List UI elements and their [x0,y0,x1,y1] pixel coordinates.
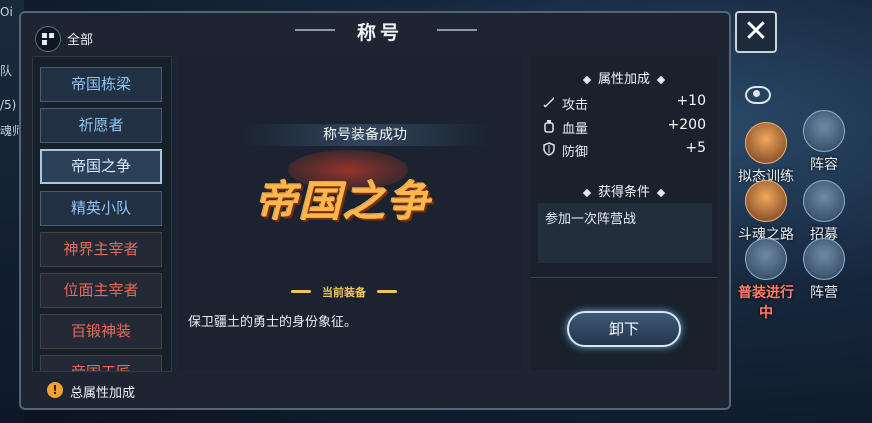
panel-title: 称号 [356,22,403,44]
equipment-icon [745,238,787,280]
title-item-selected[interactable]: 帝国之争 [40,149,162,184]
training-icon [745,122,787,164]
side-button-faction[interactable]: 阵营 [796,238,852,302]
diamond-icon [582,188,592,197]
attributes-title: 属性加成 [531,68,717,87]
stat-row-attack: 攻击 +10 [540,92,708,114]
filter-label[interactable]: 全部 [67,29,93,48]
title-item[interactable]: 精英小队 [40,191,162,226]
side-button-equipment[interactable]: 普装进行中 [736,238,796,322]
diamond-icon [656,75,666,84]
conditions-title: 获得条件 [531,181,717,200]
equip-success-message: 称号装备成功 [240,124,490,146]
stat-row-defense: 防御 +5 [540,139,708,161]
filter-grid-icon[interactable] [35,26,61,52]
total-attributes-label[interactable]: 总属性加成 [70,382,135,401]
close-button[interactable]: ✕ [735,11,777,53]
title-item[interactable]: 祈愿者 [40,108,162,143]
title-item[interactable]: 百锻神装 [40,314,162,349]
sword-icon [543,97,554,108]
emblem-text: 帝国之争 [254,177,431,226]
side-button-soul-road[interactable]: 斗魂之路 [738,180,794,244]
eye-icon[interactable] [745,86,771,104]
title-item[interactable]: 帝国栋梁 [40,67,162,102]
unequip-button[interactable]: 卸下 [567,311,681,347]
side-button-training[interactable]: 拟态训练 [738,122,794,186]
title-decoration [295,29,335,31]
title-item[interactable]: 帝国工匠 [40,355,162,371]
divider [531,277,717,278]
title-item[interactable]: 神界主宰者 [40,232,162,267]
conditions-text: 参加一次阵营战 [545,212,637,227]
close-icon: ✕ [743,14,769,49]
shield-icon [543,142,555,156]
background-text: /5) [0,98,17,112]
title-decoration [437,29,477,31]
stat-row-hp: 血量 +200 [540,116,708,138]
background-text: 队 [0,64,13,78]
title-list[interactable]: 帝国栋梁 祈愿者 帝国之争 精英小队 神界主宰者 位面主宰者 百锻神装 帝国工匠 [32,56,172,372]
soul-road-icon [745,180,787,222]
current-equipped-label: 当前装备 [291,284,397,300]
side-button-recruit[interactable]: 招募 [796,180,852,244]
diamond-icon [582,75,592,84]
lineup-icon [803,110,845,152]
potion-icon [544,120,554,133]
info-icon[interactable]: ! [47,382,63,398]
diamond-icon [656,188,666,197]
title-item[interactable]: 位面主宰者 [40,273,162,308]
title-description: 保卫疆土的勇士的身份象征。 [188,315,358,330]
recruit-icon [803,180,845,222]
faction-icon [803,238,845,280]
background-text: Oi [0,5,13,19]
side-button-lineup[interactable]: 阵容 [796,110,852,174]
title-emblem: 帝国之争 [248,150,438,232]
